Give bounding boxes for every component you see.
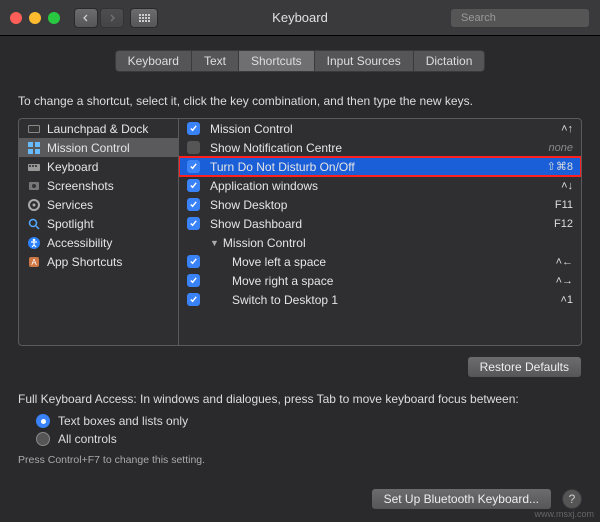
shortcut-label: Turn Do Not Disturb On/Off — [210, 160, 547, 174]
shortcut-key[interactable]: ˄1 — [560, 294, 573, 306]
shortcut-row[interactable]: Turn Do Not Disturb On/Off⇧⌘8 — [179, 157, 581, 176]
shortcut-checkbox[interactable] — [187, 179, 200, 192]
shortcut-label: Show Dashboard — [210, 217, 554, 231]
shortcut-row[interactable]: ▼ Mission Control — [179, 233, 581, 252]
tab-keyboard[interactable]: Keyboard — [115, 50, 191, 72]
category-label: Mission Control — [47, 141, 130, 155]
tab-shortcuts[interactable]: Shortcuts — [238, 50, 314, 72]
shortcut-row[interactable]: Switch to Desktop 1˄1 — [179, 290, 581, 309]
zoom-window-button[interactable] — [48, 12, 60, 24]
category-label: App Shortcuts — [47, 255, 122, 269]
category-services[interactable]: Services — [19, 195, 178, 214]
category-label: Screenshots — [47, 179, 114, 193]
radio-label: All controls — [58, 432, 117, 446]
radio-icon — [36, 432, 50, 446]
shortcut-key[interactable]: ⇧⌘8 — [547, 160, 573, 173]
grid-icon — [139, 14, 150, 22]
category-keyboard[interactable]: Keyboard — [19, 157, 178, 176]
shortcut-key[interactable]: ˄← — [556, 256, 573, 268]
shortcut-row[interactable]: Mission Control˄↑ — [179, 119, 581, 138]
shortcut-label: Move left a space — [210, 255, 556, 269]
radio-label: Text boxes and lists only — [58, 414, 188, 428]
radio-all-controls[interactable]: All controls — [36, 432, 582, 446]
services-icon — [27, 198, 41, 212]
disclosure-triangle-icon: ▼ — [210, 238, 219, 248]
show-all-button[interactable] — [130, 8, 158, 28]
help-button[interactable]: ? — [562, 489, 582, 509]
shortcut-label: Show Desktop — [210, 198, 555, 212]
shortcut-key[interactable]: none — [549, 142, 573, 154]
tab-input-sources[interactable]: Input Sources — [314, 50, 413, 72]
shortcut-group-label: Mission Control — [223, 236, 573, 250]
instruction-text: To change a shortcut, select it, click t… — [18, 94, 582, 108]
screenshot-icon — [27, 179, 41, 193]
shortcut-label: Show Notification Centre — [210, 141, 549, 155]
setup-bluetooth-keyboard-button[interactable]: Set Up Bluetooth Keyboard... — [371, 488, 552, 510]
category-label: Keyboard — [47, 160, 98, 174]
search-input[interactable] — [461, 12, 600, 24]
tab-dictation[interactable]: Dictation — [413, 50, 486, 72]
app-icon: A — [27, 255, 41, 269]
back-button[interactable] — [74, 8, 98, 28]
category-label: Services — [47, 198, 93, 212]
shortcut-label: Mission Control — [210, 122, 561, 136]
category-list: Launchpad & Dock Mission Control Keyboard S… — [18, 118, 178, 346]
shortcut-checkbox[interactable] — [187, 293, 200, 306]
shortcut-row[interactable]: Show Notification Centrenone — [179, 138, 581, 157]
mission-icon — [27, 141, 41, 155]
shortcut-key[interactable]: ˄→ — [556, 275, 573, 287]
category-mission-control[interactable]: Mission Control — [19, 138, 178, 157]
tab-text[interactable]: Text — [191, 50, 238, 72]
shortcut-row[interactable]: Move left a space˄← — [179, 252, 581, 271]
keyboard-icon — [27, 160, 41, 174]
shortcut-key[interactable]: F11 — [555, 199, 573, 211]
search-field[interactable] — [450, 8, 590, 28]
category-label: Launchpad & Dock — [47, 122, 148, 136]
shortcut-label: Switch to Desktop 1 — [210, 293, 560, 307]
shortcut-checkbox[interactable] — [187, 255, 200, 268]
shortcut-checkbox[interactable] — [187, 274, 200, 287]
shortcut-row[interactable]: Show DesktopF11 — [179, 195, 581, 214]
spotlight-icon — [27, 217, 41, 231]
close-window-button[interactable] — [10, 12, 22, 24]
category-app-shortcuts[interactable]: A App Shortcuts — [19, 252, 178, 271]
shortcut-label: Move right a space — [210, 274, 556, 288]
category-spotlight[interactable]: Spotlight — [19, 214, 178, 233]
forward-button — [100, 8, 124, 28]
shortcut-checkbox[interactable] — [187, 160, 200, 173]
full-keyboard-access-desc: Full Keyboard Access: In windows and dia… — [18, 392, 582, 406]
shortcut-checkbox[interactable] — [187, 141, 200, 154]
radio-text-boxes-only[interactable]: Text boxes and lists only — [36, 414, 582, 428]
category-label: Accessibility — [47, 236, 112, 250]
restore-defaults-button[interactable]: Restore Defaults — [467, 356, 582, 378]
shortcut-key[interactable]: F12 — [554, 218, 573, 230]
shortcut-checkbox[interactable] — [187, 122, 200, 135]
shortcut-row[interactable]: Application windows˄↓ — [179, 176, 581, 195]
category-accessibility[interactable]: Accessibility — [19, 233, 178, 252]
shortcut-checkbox[interactable] — [187, 198, 200, 211]
keyboard-tip: Press Control+F7 to change this setting. — [18, 454, 582, 466]
shortcut-checkbox[interactable] — [187, 217, 200, 230]
category-screenshots[interactable]: Screenshots — [19, 176, 178, 195]
shortcut-key[interactable]: ˄↑ — [561, 123, 573, 135]
shortcut-row[interactable]: Move right a space˄→ — [179, 271, 581, 290]
shortcut-label: Application windows — [210, 179, 561, 193]
radio-icon — [36, 414, 50, 428]
accessibility-icon — [27, 236, 41, 250]
shortcut-key[interactable]: ˄↓ — [561, 180, 573, 192]
shortcut-list: Mission Control˄↑Show Notification Centr… — [178, 118, 582, 346]
category-launchpad-dock[interactable]: Launchpad & Dock — [19, 119, 178, 138]
shortcut-row[interactable]: Show DashboardF12 — [179, 214, 581, 233]
launchpad-icon — [27, 122, 41, 136]
watermark: www.msxj.com — [534, 509, 594, 519]
svg-text:A: A — [31, 258, 37, 267]
category-label: Spotlight — [47, 217, 94, 231]
minimize-window-button[interactable] — [29, 12, 41, 24]
